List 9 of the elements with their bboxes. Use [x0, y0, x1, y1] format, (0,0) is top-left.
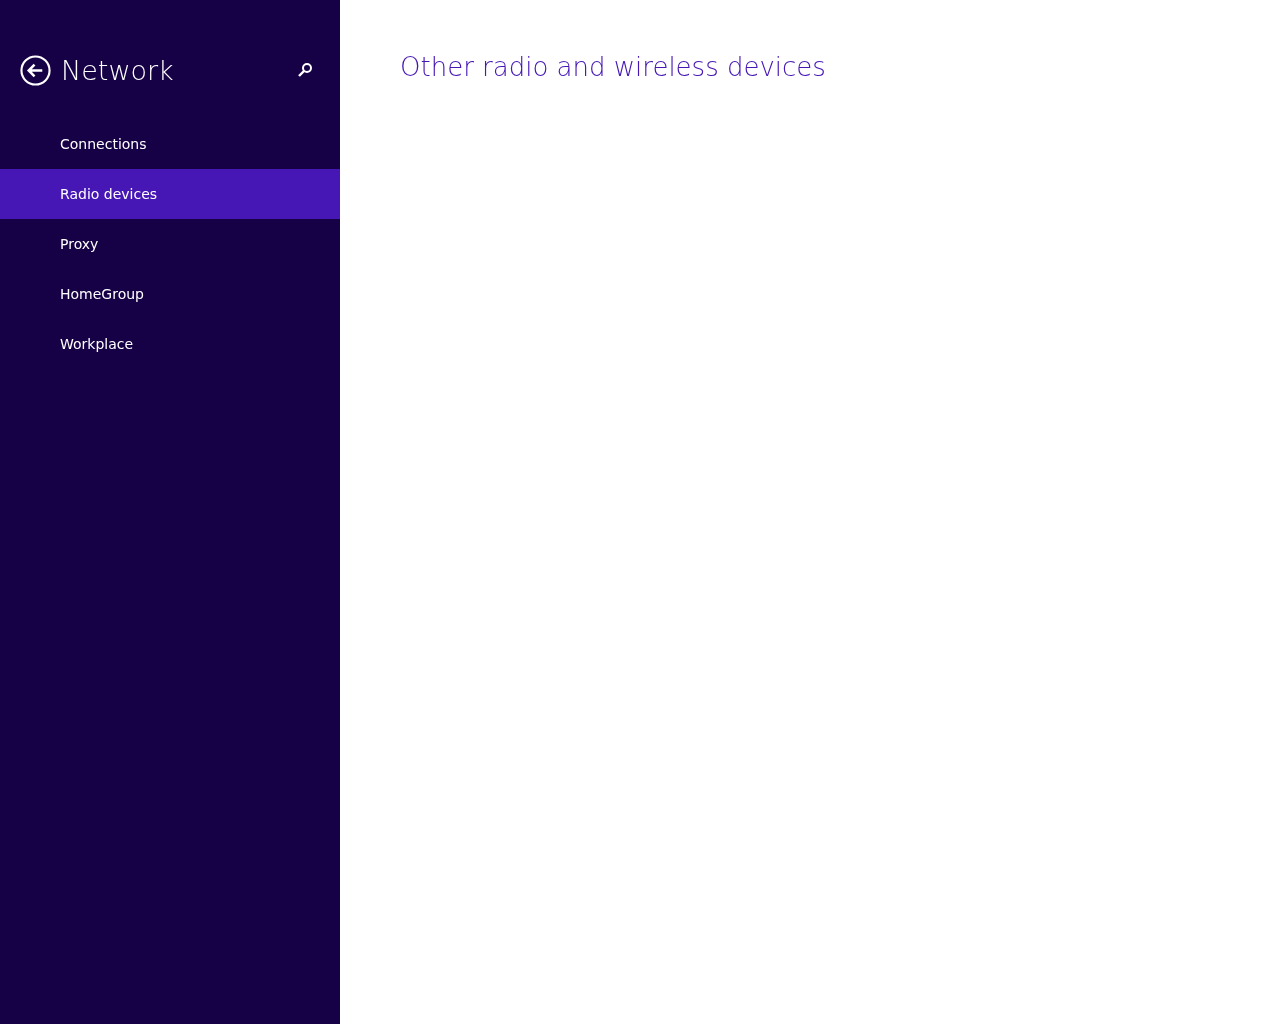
nav-item[interactable]: Proxy — [0, 219, 340, 269]
nav-item[interactable]: Radio devices — [0, 169, 340, 219]
nav-item[interactable]: Workplace — [0, 319, 340, 369]
nav-item[interactable]: HomeGroup — [0, 269, 340, 319]
back-icon[interactable] — [20, 54, 51, 86]
nav-item[interactable]: Connections — [0, 119, 340, 169]
page-title: Network — [61, 54, 175, 86]
section-heading: Other radio and wireless devices — [400, 52, 827, 82]
search-icon — [297, 62, 313, 78]
